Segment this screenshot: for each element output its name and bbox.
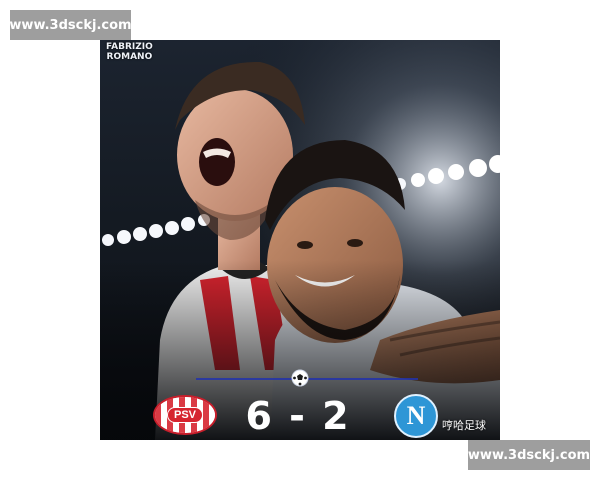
napoli-crest-icon: N [394,394,438,438]
watermark-top: www.3dsckj.com [9,10,132,40]
watermark-bottom: www.3dsckj.com [468,440,590,470]
credit-line-2: ROMANO [106,52,153,62]
match-photo: FABRIZIO ROMANO PSV 6 - 2 N 哼哈足球 [100,40,500,440]
credit-line-1: FABRIZIO [106,42,153,52]
psv-crest-label: PSV [166,407,203,423]
source-label: 哼哈足球 [442,419,486,432]
psv-crest-icon: PSV [153,395,217,435]
napoli-crest-letter: N [406,401,426,430]
match-score: 6 - 2 [245,394,351,438]
photo-credit: FABRIZIO ROMANO [106,42,153,62]
champions-league-ball-icon [291,369,309,387]
